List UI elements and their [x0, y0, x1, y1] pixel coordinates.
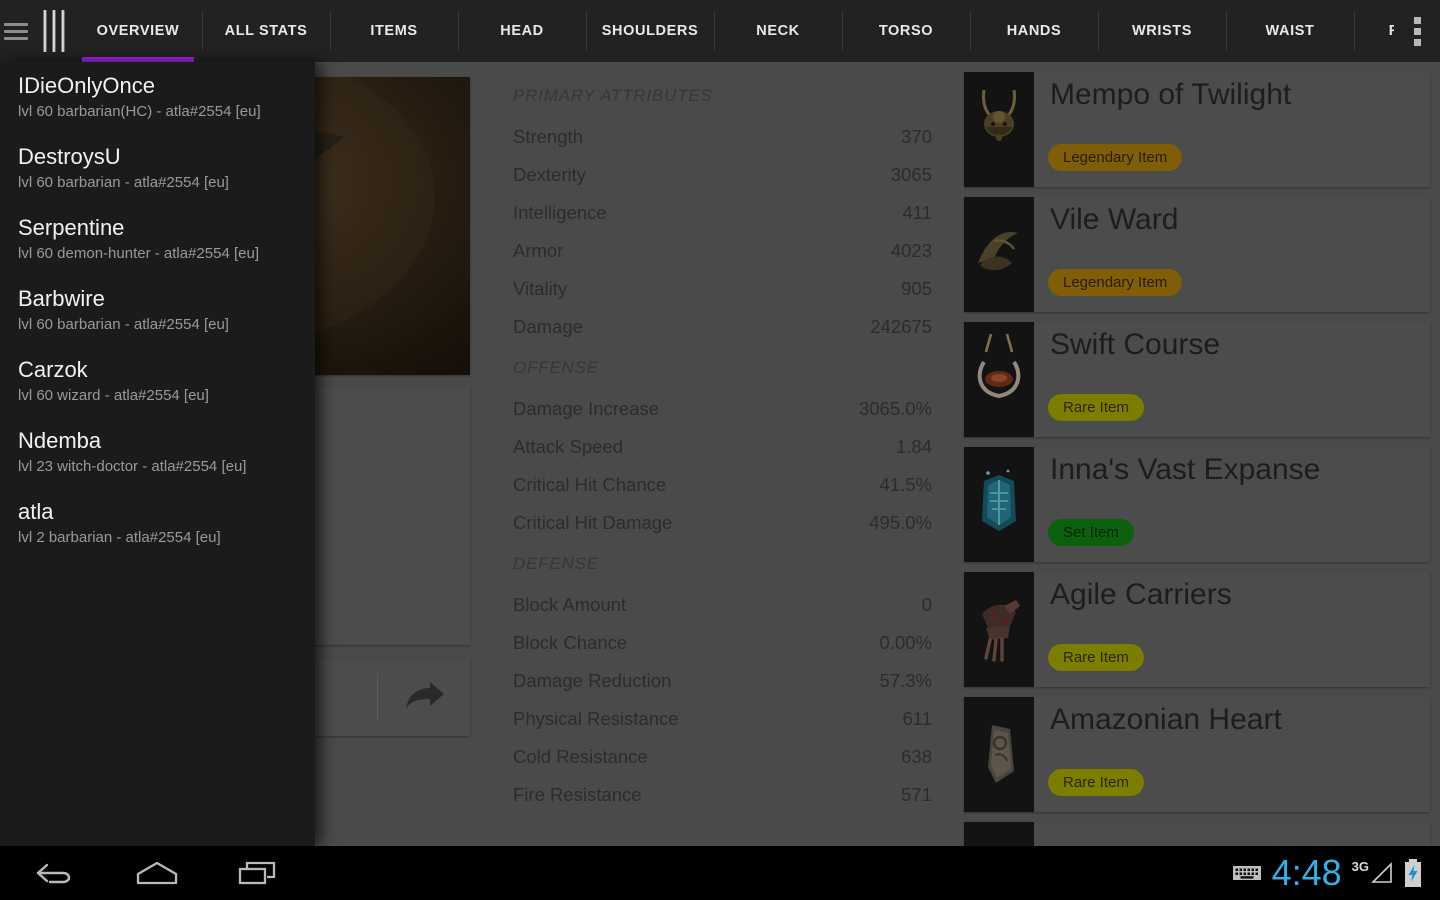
- drawer-character-item[interactable]: Serpentine lvl 60 demon-hunter - atla#255…: [0, 204, 315, 275]
- drawer-character-item[interactable]: Barbwire lvl 60 barbarian - atla#2554 [eu…: [0, 275, 315, 346]
- tab-label: OVERVIEW: [96, 23, 180, 39]
- system-nav-buttons: [0, 853, 286, 893]
- app-root: R NE Crit Armor ters PRIMARY ATTRIBUTESS…: [0, 0, 1440, 900]
- system-clock: 4:48: [1271, 852, 1342, 893]
- back-arrow-icon: [36, 863, 71, 884]
- tab-overview[interactable]: OVERVIEW: [74, 0, 202, 62]
- drawer-character-name: Ndemba: [18, 428, 102, 453]
- tab-torso[interactable]: TORSO: [842, 0, 970, 62]
- drawer-character-name: IDieOnlyOnce: [18, 73, 155, 98]
- drawer-character-item[interactable]: Carzok lvl 60 wizard - atla#2554 [eu]: [0, 346, 315, 417]
- tab-label: ITEMS: [370, 23, 418, 39]
- drawer-character-name: Serpentine: [18, 215, 125, 240]
- back-button[interactable]: [28, 853, 82, 893]
- overflow-menu-icon[interactable]: [1394, 0, 1440, 62]
- drawer-character-subtitle: lvl 60 barbarian - atla#2554 [eu]: [18, 316, 229, 333]
- recents-button[interactable]: [232, 853, 286, 893]
- drawer-character-item[interactable]: Ndemba lvl 23 witch-doctor - atla#2554 [e…: [0, 417, 315, 488]
- drawer-character-name: DestroysU: [18, 144, 121, 169]
- drawer-character-subtitle: lvl 60 barbarian - atla#2554 [eu]: [18, 174, 229, 191]
- drawer-character-item[interactable]: DestroysU lvl 60 barbarian - atla#2554 [e…: [0, 133, 315, 204]
- home-icon: [136, 861, 178, 885]
- drawer-character-subtitle: lvl 60 demon-hunter - atla#2554 [eu]: [18, 245, 259, 262]
- network-status: 3G: [1352, 860, 1394, 886]
- system-status-area: 4:48 3G: [1232, 855, 1440, 891]
- tab-label: FINGER: [1388, 23, 1394, 39]
- tab-wrists[interactable]: WRISTS: [1098, 0, 1226, 62]
- drawer-character-item[interactable]: IDieOnlyOnce lvl 60 barbarian(HC) - atla#…: [0, 62, 315, 133]
- tab-label: ALL STATS: [224, 23, 308, 39]
- home-button[interactable]: [130, 853, 184, 893]
- tab-shoulders[interactable]: SHOULDERS: [586, 0, 714, 62]
- tab-label: HANDS: [1006, 23, 1062, 39]
- drawer-character-subtitle: lvl 23 witch-doctor - atla#2554 [eu]: [18, 458, 247, 475]
- tab-bar: OVERVIEW ALL STATS ITEMS HEAD SHOULDERS NECK T…: [74, 0, 1394, 62]
- drawer-character-name: atla: [18, 499, 54, 524]
- tab-finger-10[interactable]: FINGER: [1354, 0, 1394, 62]
- network-type-label: 3G: [1351, 859, 1369, 874]
- drawer-character-subtitle: lvl 60 barbarian(HC) - atla#2554 [eu]: [18, 103, 261, 120]
- signal-triangle-icon: [1371, 862, 1392, 883]
- hamburger-menu-icon[interactable]: [4, 18, 30, 44]
- tab-label: WAIST: [1265, 23, 1315, 39]
- tab-neck[interactable]: NECK: [714, 0, 842, 62]
- tab-waist[interactable]: WAIST: [1226, 0, 1354, 62]
- drawer-character-name: Barbwire: [18, 286, 105, 311]
- tab-label: SHOULDERS: [601, 23, 699, 39]
- top-app-bar: OVERVIEW ALL STATS ITEMS HEAD SHOULDERS NECK T…: [0, 0, 1440, 62]
- three-bars-logo: [43, 9, 65, 53]
- tab-label: HEAD: [500, 23, 544, 39]
- tab-label: NECK: [756, 23, 800, 39]
- battery-charging-icon: [1405, 859, 1421, 887]
- tab-hands[interactable]: HANDS: [970, 0, 1098, 62]
- recent-apps-icon: [238, 861, 276, 885]
- drawer-character-name: Carzok: [18, 357, 88, 382]
- tab-items[interactable]: ITEMS: [330, 0, 458, 62]
- keyboard-icon[interactable]: [1232, 863, 1262, 883]
- tab-all-stats[interactable]: ALL STATS: [202, 0, 330, 62]
- drawer-character-subtitle: lvl 60 wizard - atla#2554 [eu]: [18, 387, 209, 404]
- tab-head[interactable]: HEAD: [458, 0, 586, 62]
- drawer-character-item[interactable]: atla lvl 2 barbarian - atla#2554 [eu]: [0, 488, 315, 559]
- android-system-bar: 4:48 3G: [0, 846, 1440, 900]
- app-bar-left: [0, 0, 74, 62]
- tab-label: WRISTS: [1132, 23, 1192, 39]
- navigation-drawer: IDieOnlyOnce lvl 60 barbarian(HC) - atla#…: [0, 62, 315, 846]
- drawer-character-subtitle: lvl 2 barbarian - atla#2554 [eu]: [18, 529, 221, 546]
- tab-label: TORSO: [878, 23, 934, 39]
